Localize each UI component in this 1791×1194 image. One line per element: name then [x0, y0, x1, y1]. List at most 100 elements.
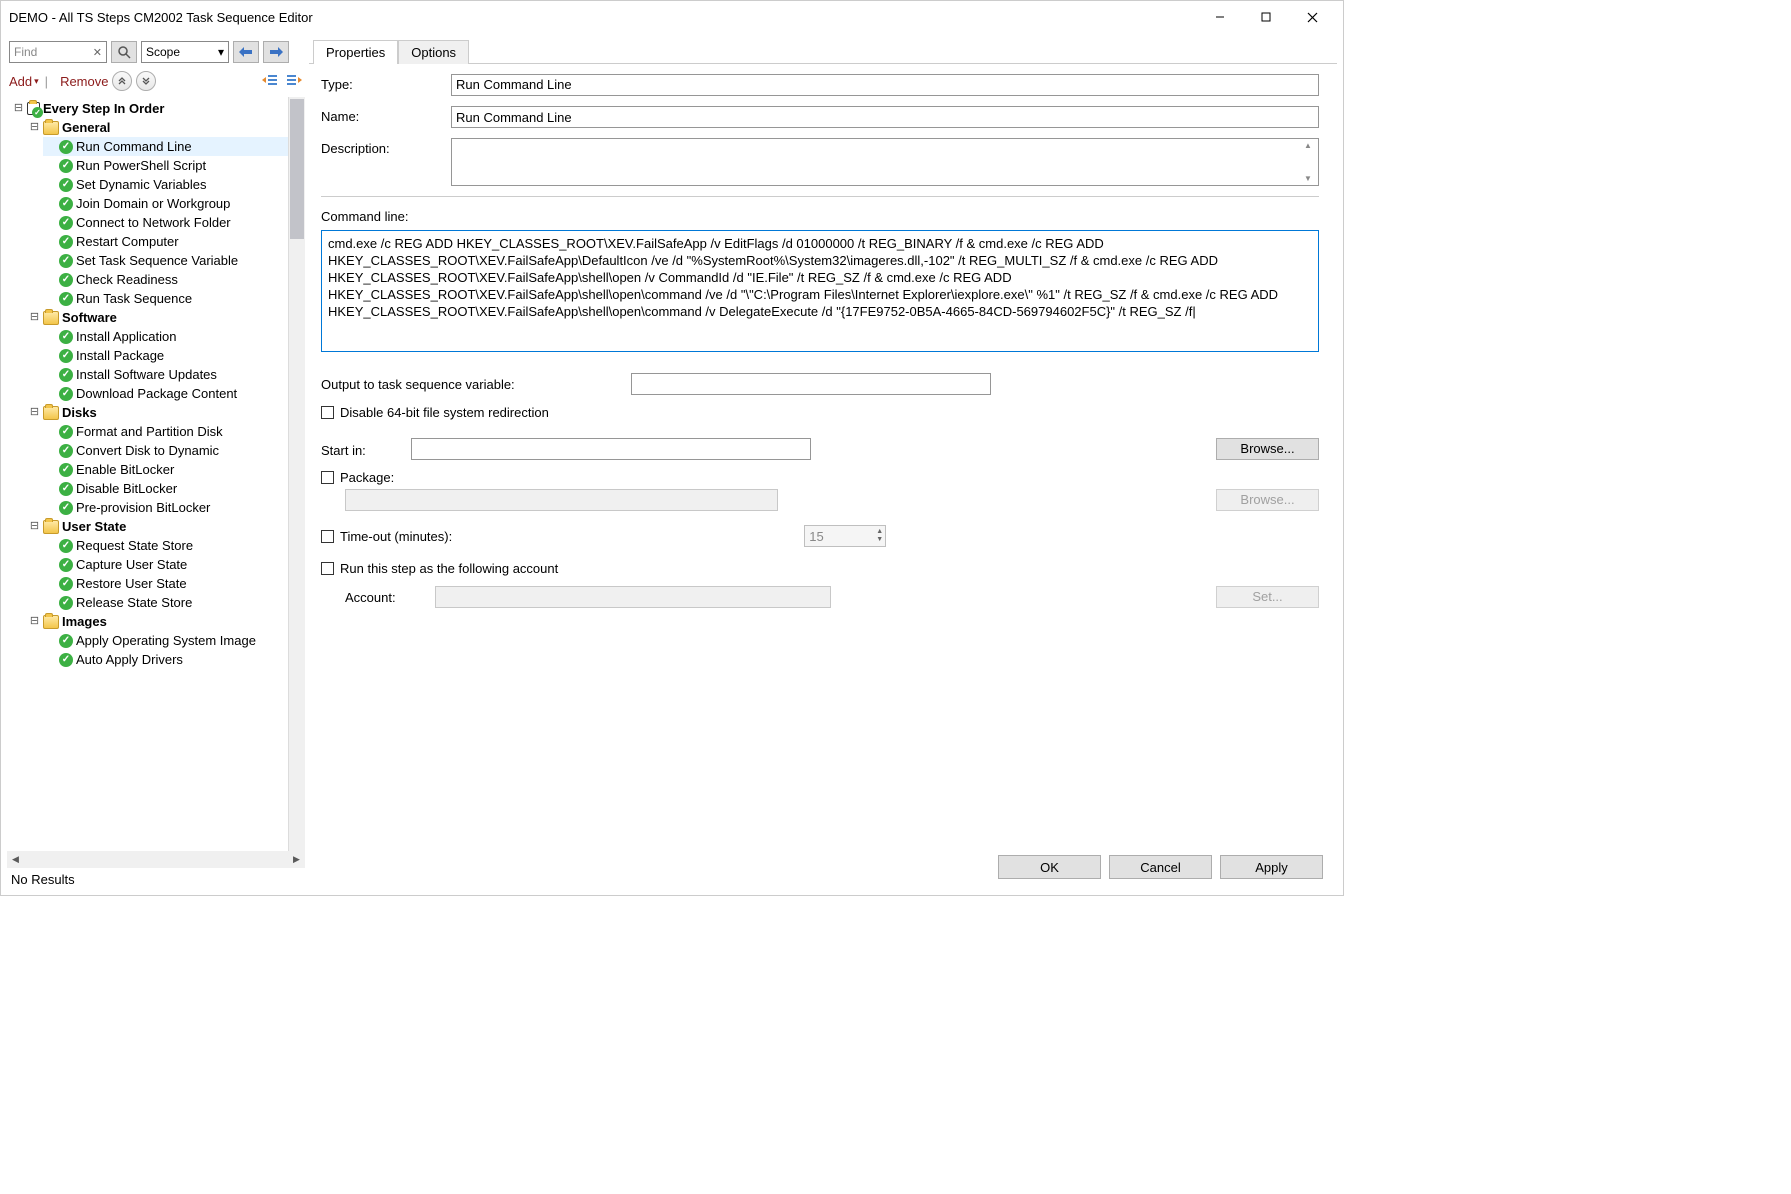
expander-icon[interactable]: ⊟ — [29, 517, 40, 536]
tree-item[interactable]: ✓ Restore User State — [43, 574, 288, 593]
spin-down-icon[interactable]: ▼ — [876, 536, 883, 544]
account-label: Account: — [345, 590, 435, 605]
tree-label: Join Domain or Workgroup — [76, 194, 230, 213]
tree-label: Download Package Content — [76, 384, 237, 403]
check-icon: ✓ — [59, 140, 73, 154]
tree-item[interactable]: ✓ Request State Store — [43, 536, 288, 555]
close-button[interactable] — [1289, 2, 1335, 32]
nav-forward-button[interactable] — [263, 41, 289, 63]
maximize-button[interactable] — [1243, 2, 1289, 32]
tree-item[interactable]: ✓ Install Software Updates — [43, 365, 288, 384]
tree-item[interactable]: ✓ Set Dynamic Variables — [43, 175, 288, 194]
search-status: No Results — [7, 868, 305, 889]
tree-item[interactable]: ⊟ Images — [27, 612, 288, 631]
tree-item[interactable]: ✓ Set Task Sequence Variable — [43, 251, 288, 270]
commandline-label: Command line: — [321, 209, 1319, 224]
cancel-button[interactable]: Cancel — [1109, 855, 1212, 879]
tree-label: Install Software Updates — [76, 365, 217, 384]
tree-item[interactable]: ✓ Format and Partition Disk — [43, 422, 288, 441]
tree-label: Run PowerShell Script — [76, 156, 206, 175]
tree-item[interactable]: ⊟ Disks — [27, 403, 288, 422]
tree-item[interactable]: ✓ Join Domain or Workgroup — [43, 194, 288, 213]
tree-item[interactable]: ✓ Auto Apply Drivers — [43, 650, 288, 669]
spin-up-icon[interactable]: ▲ — [876, 528, 883, 536]
tree-item[interactable]: ✓ Run PowerShell Script — [43, 156, 288, 175]
expander-icon[interactable]: ⊟ — [13, 99, 24, 118]
startin-browse-button[interactable]: Browse... — [1216, 438, 1319, 460]
expander-icon[interactable]: ⊟ — [29, 308, 40, 327]
tree-item[interactable]: ⊟ User State — [27, 517, 288, 536]
expander-icon[interactable]: ⊟ — [29, 118, 40, 137]
task-sequence-tree[interactable]: ⊟ Every Step In Order ⊟ General ✓ Run Co… — [7, 97, 288, 851]
runas-checkbox[interactable] — [321, 562, 334, 575]
apply-button[interactable]: Apply — [1220, 855, 1323, 879]
output-var-field[interactable] — [631, 373, 991, 395]
tree-label: Format and Partition Disk — [76, 422, 223, 441]
expander-icon[interactable]: ⊟ — [29, 403, 40, 422]
package-checkbox[interactable] — [321, 471, 334, 484]
tree-label: Run Command Line — [76, 137, 192, 156]
check-icon: ✓ — [59, 482, 73, 496]
tree-item[interactable]: ✓ Run Command Line — [43, 137, 288, 156]
tree-item[interactable]: ✓ Install Application — [43, 327, 288, 346]
chevron-down-icon: ▾ — [34, 76, 39, 87]
tree-item[interactable]: ✓ Check Readiness — [43, 270, 288, 289]
tree-item[interactable]: ✓ Run Task Sequence — [43, 289, 288, 308]
properties-form: Type: Run Command Line Name: Description… — [309, 64, 1337, 845]
tree-vertical-scrollbar[interactable] — [288, 97, 305, 851]
clear-find-icon[interactable]: ✕ — [93, 46, 102, 59]
tree-item[interactable]: ✓ Install Package — [43, 346, 288, 365]
ok-button[interactable]: OK — [998, 855, 1101, 879]
tree-item[interactable]: ✓ Download Package Content — [43, 384, 288, 403]
description-field[interactable]: ▲ ▼ — [451, 138, 1319, 186]
check-icon: ✓ — [59, 501, 73, 515]
output-var-label: Output to task sequence variable: — [321, 377, 631, 392]
expander-icon[interactable]: ⊟ — [29, 612, 40, 631]
search-button[interactable] — [111, 41, 137, 63]
tree-item[interactable]: ✓ Apply Operating System Image — [43, 631, 288, 650]
tree-item[interactable]: ✓ Enable BitLocker — [43, 460, 288, 479]
scrollbar-thumb[interactable] — [290, 99, 304, 239]
tree-item[interactable]: ⊟ Software — [27, 308, 288, 327]
tree-item[interactable]: ✓ Disable BitLocker — [43, 479, 288, 498]
scroll-down-icon[interactable]: ▼ — [1304, 174, 1316, 183]
tree-item[interactable]: ✓ Connect to Network Folder — [43, 213, 288, 232]
scroll-right-icon[interactable]: ▶ — [288, 854, 305, 865]
outdent-button[interactable] — [261, 72, 279, 90]
check-icon: ✓ — [59, 577, 73, 591]
indent-button[interactable] — [285, 72, 303, 90]
remove-button[interactable]: Remove — [60, 74, 108, 89]
tree-label: Convert Disk to Dynamic — [76, 441, 219, 460]
tree-horizontal-scrollbar[interactable]: ◀ ▶ — [7, 851, 305, 868]
folder-icon — [43, 121, 59, 135]
minimize-button[interactable] — [1197, 2, 1243, 32]
tree-item[interactable]: ✓ Convert Disk to Dynamic — [43, 441, 288, 460]
tab-options[interactable]: Options — [398, 40, 469, 64]
tree-item[interactable]: ⊟ Every Step In Order — [11, 99, 288, 118]
tab-properties[interactable]: Properties — [313, 40, 398, 64]
name-field[interactable] — [451, 106, 1319, 128]
tree-item[interactable]: ✓ Release State Store — [43, 593, 288, 612]
add-menu[interactable]: Add ▾ — [9, 74, 39, 89]
timeout-checkbox[interactable] — [321, 530, 334, 543]
scope-dropdown[interactable]: Scope ▾ — [141, 41, 229, 63]
move-up-button[interactable] — [112, 71, 132, 91]
commandline-field[interactable] — [321, 230, 1319, 352]
tree-label: Install Application — [76, 327, 176, 346]
scroll-left-icon[interactable]: ◀ — [7, 854, 24, 865]
tree-item[interactable]: ✓ Capture User State — [43, 555, 288, 574]
nav-back-button[interactable] — [233, 41, 259, 63]
folder-icon — [43, 520, 59, 534]
tree-item[interactable]: ✓ Pre-provision BitLocker — [43, 498, 288, 517]
find-input[interactable]: Find ✕ — [9, 41, 107, 63]
tree-label: Software — [62, 308, 117, 327]
scroll-up-icon[interactable]: ▲ — [1304, 141, 1316, 150]
tree-item[interactable]: ✓ Restart Computer — [43, 232, 288, 251]
move-down-button[interactable] — [136, 71, 156, 91]
account-field — [435, 586, 831, 608]
dialog-footer: OK Cancel Apply — [309, 845, 1337, 889]
disable-64bit-checkbox[interactable] — [321, 406, 334, 419]
startin-field[interactable] — [411, 438, 811, 460]
tree-item[interactable]: ⊟ General — [27, 118, 288, 137]
tree-label: Disable BitLocker — [76, 479, 177, 498]
